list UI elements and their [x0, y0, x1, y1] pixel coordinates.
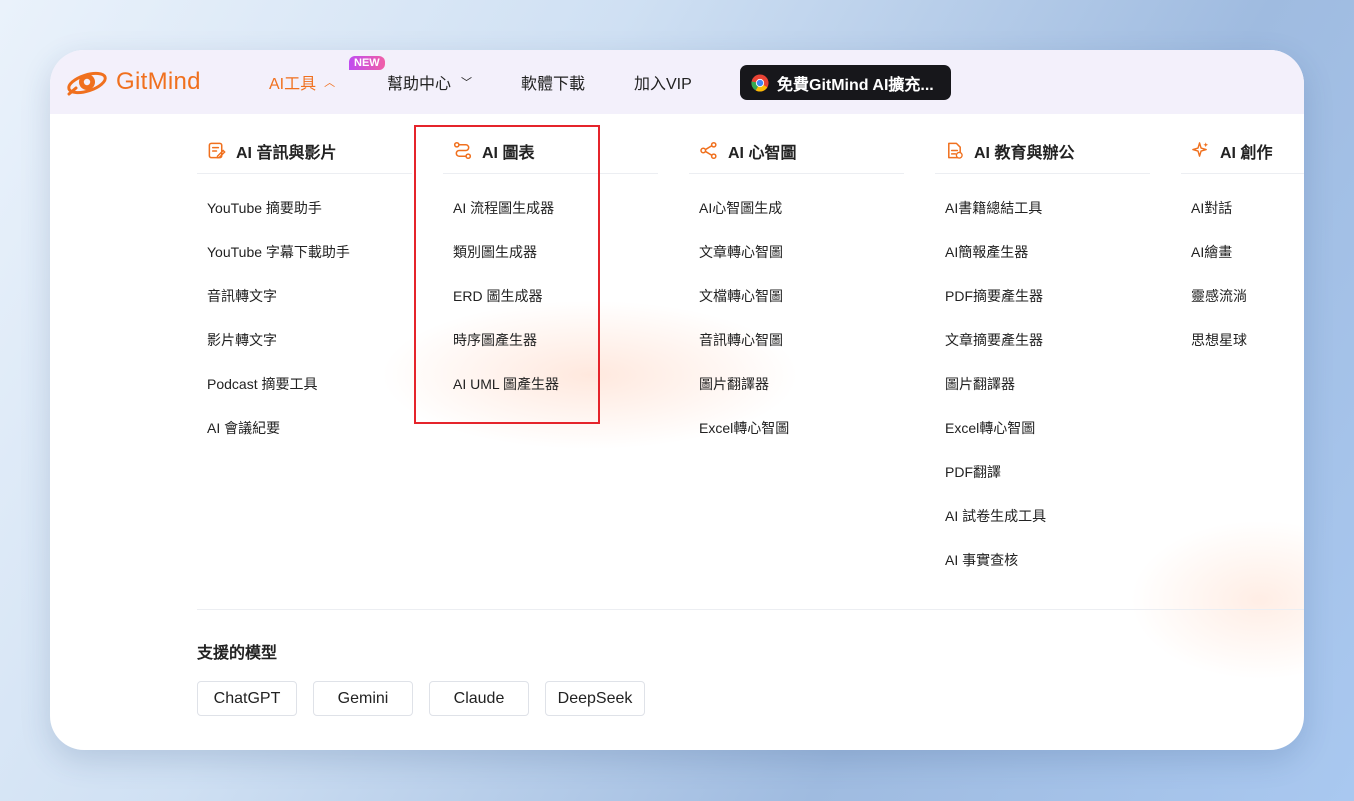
menu-item-inspiration-flow[interactable]: 靈感流淌 [1191, 274, 1304, 318]
column-title: AI 教育與辦公 [974, 144, 1075, 162]
column-header: AI 教育與辦公 [935, 128, 1150, 174]
menu-item-ai-fact-check[interactable]: AI 事實查核 [945, 538, 1150, 582]
document-icon [948, 142, 963, 159]
menu-item-document-to-mindmap[interactable]: 文檔轉心智圖 [699, 274, 904, 318]
column-title: AI 音訊與影片 [236, 144, 337, 162]
supported-models-list: ChatGPT Gemini Claude DeepSeek [197, 681, 661, 716]
nav-join-vip-label: 加入VIP [634, 76, 692, 93]
section-divider [197, 609, 1304, 610]
chrome-extension-label: 免費GitMind AI擴充... [777, 76, 934, 94]
menu-column-audio-video: AI 音訊與影片 YouTube 摘要助手 YouTube 字幕下載助手 音訊轉… [197, 128, 412, 450]
nav-download[interactable]: 軟體下載 [521, 50, 585, 114]
menu-item-article-summary[interactable]: 文章摘要產生器 [945, 318, 1150, 362]
nav-download-label: 軟體下載 [521, 76, 586, 93]
model-chip-chatgpt[interactable]: ChatGPT [197, 681, 297, 716]
nav-ai-tools-label: AI工具 [269, 76, 317, 93]
nav-join-vip[interactable]: 加入VIP [634, 50, 692, 114]
new-badge: NEW [349, 56, 385, 70]
menu-item-youtube-summary[interactable]: YouTube 摘要助手 [207, 186, 412, 230]
model-chip-gemini[interactable]: Gemini [313, 681, 413, 716]
gitmind-logo[interactable]: GitMind [64, 64, 201, 100]
supported-models-title: 支援的模型 [197, 645, 278, 662]
nav-help-center-label: 幫助中心 [387, 76, 452, 93]
menu-item-audio-to-mindmap[interactable]: 音訊轉心智圖 [699, 318, 904, 362]
background-glow [1130, 520, 1304, 680]
menu-item-article-to-mindmap[interactable]: 文章轉心智圖 [699, 230, 904, 274]
column-title: AI 創作 [1220, 144, 1273, 162]
menu-item-youtube-subtitle[interactable]: YouTube 字幕下載助手 [207, 230, 412, 274]
column-title: AI 心智圖 [728, 144, 797, 162]
logo-text: GitMind [116, 68, 201, 95]
column-header: AI 創作 [1181, 128, 1304, 174]
model-chip-deepseek[interactable]: DeepSeek [545, 681, 645, 716]
edit-note-icon [208, 142, 226, 159]
menu-item-ai-drawing[interactable]: AI繪畫 [1191, 230, 1304, 274]
top-navigation-bar: GitMind AI工具 ︿ NEW 幫助中心 ﹀ 軟體下載 加入VIP 免費G [50, 50, 1304, 114]
highlight-box [414, 125, 600, 424]
menu-item-idea-planet[interactable]: 思想星球 [1191, 318, 1304, 362]
menu-item-pdf-translate[interactable]: PDF翻譯 [945, 450, 1150, 494]
chevron-up-icon: ︿ [324, 77, 336, 89]
menu-item-image-translator[interactable]: 圖片翻譯器 [699, 362, 904, 406]
mega-menu-card: GitMind AI工具 ︿ NEW 幫助中心 ﹀ 軟體下載 加入VIP 免費G [50, 50, 1304, 750]
nav-help-center[interactable]: 幫助中心 ﹀ [387, 50, 472, 114]
menu-item-audio-to-text[interactable]: 音訊轉文字 [207, 274, 412, 318]
menu-item-ai-meeting-notes[interactable]: AI 會議紀要 [207, 406, 412, 450]
menu-column-education-office: AI 教育與辦公 AI書籍總結工具 AI簡報產生器 PDF摘要產生器 文章摘要產… [935, 128, 1150, 582]
gitmind-logo-icon [67, 71, 107, 96]
model-chip-claude[interactable]: Claude [429, 681, 529, 716]
menu-item-ai-book-summary[interactable]: AI書籍總結工具 [945, 186, 1150, 230]
column-header: AI 心智圖 [689, 128, 904, 174]
chevron-down-icon: ﹀ [461, 77, 473, 89]
sparkle-icon [1192, 142, 1209, 157]
nav-ai-tools[interactable]: AI工具 ︿ [269, 50, 335, 114]
menu-item-video-to-text[interactable]: 影片轉文字 [207, 318, 412, 362]
menu-item-ai-exam-generator[interactable]: AI 試卷生成工具 [945, 494, 1150, 538]
menu-item-ai-presentation[interactable]: AI簡報產生器 [945, 230, 1150, 274]
menu-item-podcast-summary[interactable]: Podcast 摘要工具 [207, 362, 412, 406]
menu-item-ai-mindmap-generator[interactable]: AI心智圖生成 [699, 186, 904, 230]
menu-item-ai-chat[interactable]: AI對話 [1191, 186, 1304, 230]
menu-column-ai-creation: AI 創作 AI對話 AI繪畫 靈感流淌 思想星球 [1181, 128, 1304, 362]
chrome-extension-button[interactable]: 免費GitMind AI擴充... [740, 65, 951, 100]
column-header: AI 音訊與影片 [197, 128, 412, 174]
menu-item-excel-to-mindmap[interactable]: Excel轉心智圖 [699, 406, 904, 450]
mindmap-icon [700, 141, 717, 160]
chrome-icon [751, 73, 769, 92]
menu-column-ai-mindmap: AI 心智圖 AI心智圖生成 文章轉心智圖 文檔轉心智圖 音訊轉心智圖 圖片翻譯… [689, 128, 904, 450]
menu-item-image-translator[interactable]: 圖片翻譯器 [945, 362, 1150, 406]
menu-item-excel-to-mindmap[interactable]: Excel轉心智圖 [945, 406, 1150, 450]
menu-item-pdf-summary[interactable]: PDF摘要產生器 [945, 274, 1150, 318]
